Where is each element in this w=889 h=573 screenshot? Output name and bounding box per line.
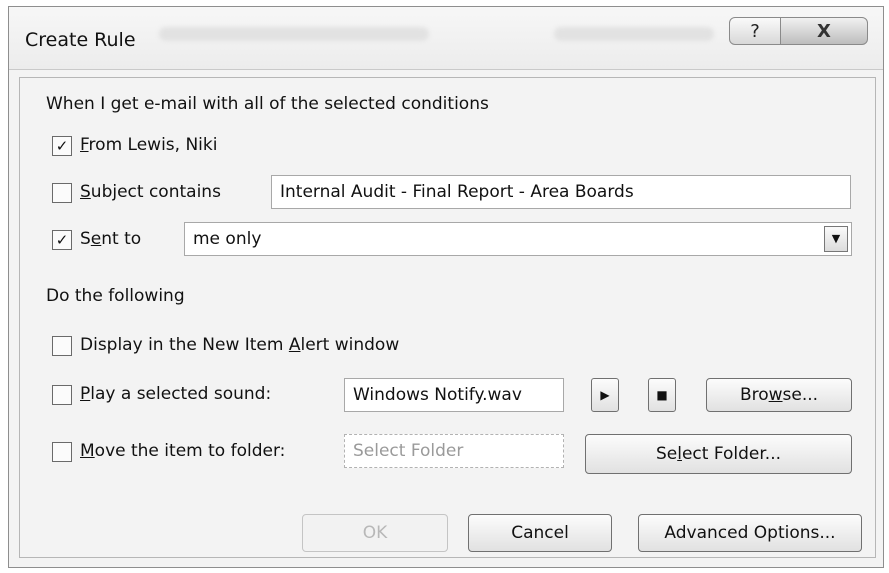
browse-button[interactable]: Bro w se... <box>706 378 852 412</box>
alert-label[interactable]: Display in the New Item Alert window <box>80 335 399 355</box>
background-title-blur-2 <box>554 27 714 41</box>
alert-checkbox[interactable] <box>52 336 72 356</box>
help-icon: ? <box>750 20 760 42</box>
dialog-title: Create Rule <box>25 29 136 51</box>
subject-label[interactable]: Subject contains <box>80 182 221 202</box>
ok-button[interactable]: OK <box>302 514 448 552</box>
from-label[interactable]: From Lewis, Niki <box>80 135 217 155</box>
check-mark-icon: ✓ <box>55 137 69 155</box>
play-icon: ▶ <box>600 388 610 402</box>
title-bar: Create Rule ? X <box>9 7 883 70</box>
sent-to-label[interactable]: Sent to <box>80 229 141 249</box>
from-checkbox[interactable]: ✓ <box>52 136 72 156</box>
sent-to-dropdown[interactable]: me only ▼ <box>184 222 852 256</box>
cancel-button[interactable]: Cancel <box>468 514 612 552</box>
chevron-down-icon[interactable]: ▼ <box>824 226 848 252</box>
sent-to-value: me only <box>193 229 262 249</box>
rule-panel: When I get e-mail with all of the select… <box>19 77 876 558</box>
advanced-options-button[interactable]: Advanced Options... <box>638 514 862 552</box>
move-checkbox[interactable] <box>52 442 72 462</box>
stop-button[interactable]: ■ <box>648 378 676 412</box>
conditions-heading: When I get e-mail with all of the select… <box>46 94 489 114</box>
check-mark-icon: ✓ <box>55 231 69 249</box>
subject-checkbox[interactable] <box>52 183 72 203</box>
sound-label[interactable]: Play a selected sound: <box>80 384 271 404</box>
close-icon: X <box>817 20 831 42</box>
sent-to-checkbox[interactable]: ✓ <box>52 230 72 250</box>
sound-checkbox[interactable] <box>52 385 72 405</box>
actions-heading: Do the following <box>46 286 185 306</box>
select-folder-button[interactable]: Se l ect Folder... <box>585 434 852 474</box>
sound-file-input[interactable]: Windows Notify.wav <box>344 378 564 412</box>
background-title-blur <box>159 27 429 41</box>
play-button[interactable]: ▶ <box>591 378 619 412</box>
create-rule-dialog: Create Rule ? X When I get e-mail with a… <box>8 6 884 568</box>
help-button[interactable]: ? <box>729 17 781 45</box>
move-label[interactable]: Move the item to folder: <box>80 441 285 461</box>
close-button[interactable]: X <box>780 17 868 45</box>
subject-input[interactable]: Internal Audit - Final Report - Area Boa… <box>271 175 851 209</box>
folder-input[interactable]: Select Folder <box>344 434 564 468</box>
stop-icon: ■ <box>656 388 668 402</box>
